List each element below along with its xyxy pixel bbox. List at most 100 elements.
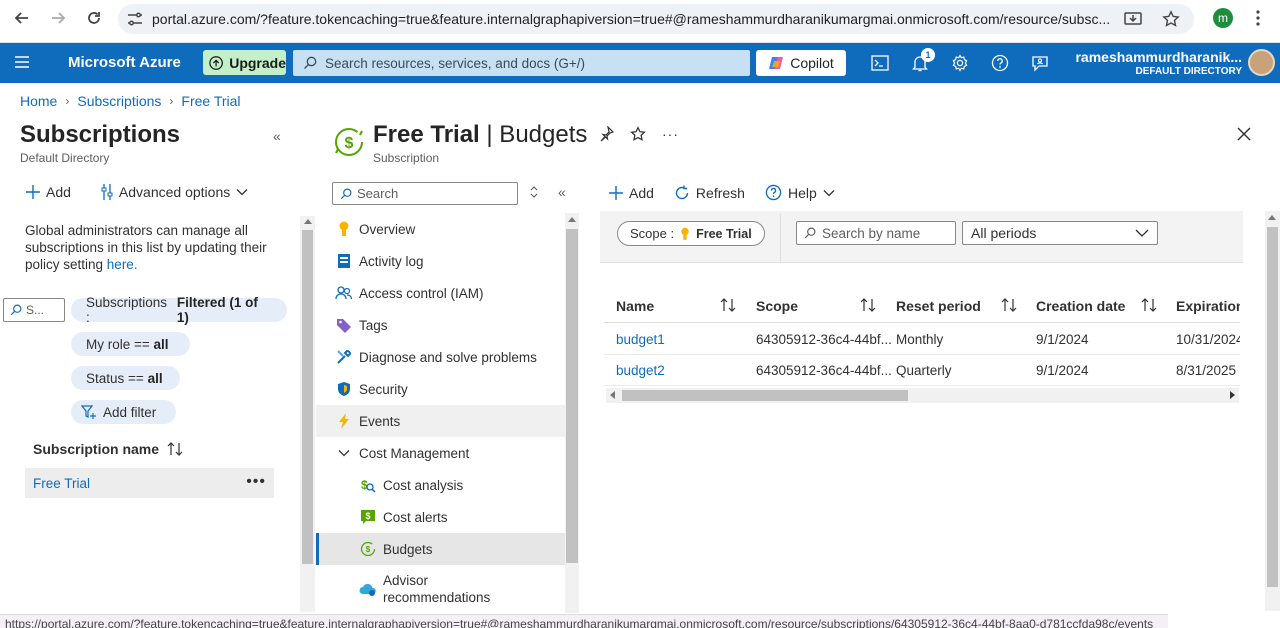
advanced-options-button[interactable]: Advanced options (101, 184, 248, 200)
reload-icon[interactable] (76, 0, 112, 36)
help-question-icon[interactable] (989, 52, 1011, 74)
shield-icon (335, 380, 353, 398)
sort-arrows-icon[interactable] (1001, 298, 1017, 312)
favorite-star-icon[interactable] (630, 126, 646, 142)
left-blade-scrollbar[interactable] (300, 216, 315, 612)
profile-avatar[interactable]: m (1213, 8, 1233, 28)
add-filter-button[interactable]: Add filter (71, 400, 176, 424)
column-header-name[interactable]: Name (616, 298, 654, 314)
refresh-button[interactable]: Refresh (674, 185, 745, 201)
subscription-name-column-header[interactable]: Subscription name (33, 441, 183, 457)
budget-coin-icon: $ (333, 126, 365, 158)
portal-menu-icon[interactable] (14, 55, 30, 69)
table-row[interactable]: budget1 64305912-36c4-44bf... Monthly 9/… (604, 324, 1240, 355)
budget-name-link[interactable]: budget2 (616, 363, 665, 378)
settings-gear-icon[interactable] (949, 52, 971, 74)
policy-here-link[interactable]: here. (107, 257, 138, 272)
scrollbar-thumb[interactable] (302, 230, 313, 564)
bookmark-star-icon[interactable] (1152, 10, 1190, 28)
browser-menu-icon[interactable] (1248, 6, 1268, 30)
chevron-down-icon (236, 189, 248, 196)
filter-role-pill[interactable]: My role == all (71, 332, 190, 356)
menu-item-budgets[interactable]: $ Budgets (316, 533, 565, 565)
filter-sliders-icon (101, 184, 113, 200)
account-avatar[interactable] (1248, 49, 1275, 76)
tag-icon (335, 316, 353, 334)
brand-title[interactable]: Microsoft Azure (68, 54, 181, 71)
collapse-double-chevron-icon[interactable]: « (273, 128, 281, 144)
subscriptions-subtitle: Default Directory (20, 151, 110, 165)
menu-search-input[interactable]: Search (332, 182, 518, 205)
table-row[interactable]: budget2 64305912-36c4-44bf... Quarterly … (604, 355, 1240, 386)
scrollbar-thumb[interactable] (622, 390, 908, 401)
close-icon[interactable] (1236, 126, 1252, 142)
breadcrumb-home[interactable]: Home (20, 93, 57, 109)
breadcrumb-subscriptions[interactable]: Subscriptions (77, 93, 161, 109)
menu-item-advisor-recommendations[interactable]: Advisor recommendations (316, 565, 565, 613)
cloud-shell-icon[interactable] (869, 52, 891, 74)
menu-item-overview[interactable]: Overview (316, 213, 565, 245)
column-header-creation-date[interactable]: Creation date (1036, 298, 1125, 314)
address-bar[interactable]: portal.azure.com/?feature.tokencaching=t… (118, 4, 1194, 34)
upgrade-button[interactable]: Upgrade (203, 50, 286, 75)
scrollbar-thumb[interactable] (566, 229, 578, 563)
subscription-row[interactable]: Free Trial ••• (25, 468, 274, 498)
content-scrollbar[interactable] (1265, 211, 1280, 611)
sort-arrows-icon[interactable] (1141, 298, 1157, 312)
admin-info-text: Global administrators can manage all sub… (25, 223, 267, 272)
subscriptions-title: Subscriptions (20, 121, 181, 148)
subscription-search-input[interactable]: S... (3, 298, 65, 322)
menu-item-cost-alerts[interactable]: $ Cost alerts (316, 501, 565, 533)
menu-item-activity-log[interactable]: Activity log (316, 245, 565, 277)
active-indicator (316, 533, 319, 565)
period-dropdown[interactable]: All periods (962, 221, 1158, 245)
add-budget-button[interactable]: Add (609, 185, 654, 201)
upgrade-icon (209, 55, 223, 70)
plus-icon (609, 185, 623, 200)
back-icon[interactable] (4, 0, 40, 36)
resource-menu: Overview Activity log Access control (IA… (316, 213, 565, 613)
global-search-input[interactable]: Search resources, services, and docs (G+… (293, 50, 750, 76)
menu-item-events[interactable]: Events (316, 405, 565, 437)
menu-item-security[interactable]: Security (316, 373, 565, 405)
more-options-icon[interactable]: ••• (246, 473, 266, 491)
filter-status-pill[interactable]: Status == all (71, 366, 180, 390)
search-by-name-input[interactable]: Search by name (796, 221, 956, 245)
sort-arrows-icon[interactable] (720, 298, 736, 312)
subscription-link[interactable]: Free Trial (33, 476, 90, 491)
filter-subscriptions-pill[interactable]: Subscriptions : Filtered (1 of 1) (71, 295, 287, 325)
column-header-expiration[interactable]: Expiration (1176, 298, 1240, 314)
pin-icon[interactable] (600, 126, 614, 142)
feedback-icon[interactable] (1029, 52, 1051, 74)
more-actions-icon[interactable]: ··· (662, 126, 679, 142)
menu-item-access-control[interactable]: Access control (IAM) (316, 277, 565, 309)
scope-pill[interactable]: Scope : Free Trial (617, 221, 765, 246)
account-directory: DEFAULT DIRECTORY (1135, 66, 1242, 77)
help-question-icon (765, 184, 782, 201)
column-header-scope[interactable]: Scope (756, 298, 798, 314)
chevron-down-icon (335, 444, 353, 462)
sort-arrows-icon[interactable] (860, 298, 876, 312)
url-text[interactable]: portal.azure.com/?feature.tokencaching=t… (152, 11, 1114, 27)
expand-collapse-all-icon[interactable] (530, 186, 538, 198)
column-header-reset-period[interactable]: Reset period (896, 298, 981, 314)
menu-item-cost-analysis[interactable]: $ Cost analysis (316, 469, 565, 501)
menu-item-diagnose[interactable]: Diagnose and solve problems (316, 341, 565, 373)
install-app-icon[interactable] (1114, 11, 1152, 27)
forward-icon[interactable] (40, 0, 76, 36)
account-menu[interactable]: rameshammurdharanik... DEFAULT DIRECTORY (1060, 49, 1242, 77)
cell-reset-period: Monthly (896, 332, 944, 347)
menu-group-cost-management[interactable]: Cost Management (316, 437, 565, 469)
menu-scrollbar[interactable] (565, 213, 579, 613)
table-horizontal-scrollbar[interactable] (606, 388, 1239, 403)
help-menu-button[interactable]: Help (765, 184, 835, 201)
blade-header-actions: ··· (600, 126, 679, 142)
menu-item-tags[interactable]: Tags (316, 309, 565, 341)
breadcrumb-free-trial[interactable]: Free Trial (181, 93, 240, 109)
collapse-menu-icon[interactable]: « (558, 184, 566, 200)
add-subscription-button[interactable]: Add (26, 184, 71, 200)
scrollbar-thumb[interactable] (1267, 227, 1278, 587)
budget-name-link[interactable]: budget1 (616, 332, 665, 347)
copilot-button[interactable]: Copilot (756, 50, 846, 76)
site-settings-icon[interactable] (118, 12, 152, 26)
